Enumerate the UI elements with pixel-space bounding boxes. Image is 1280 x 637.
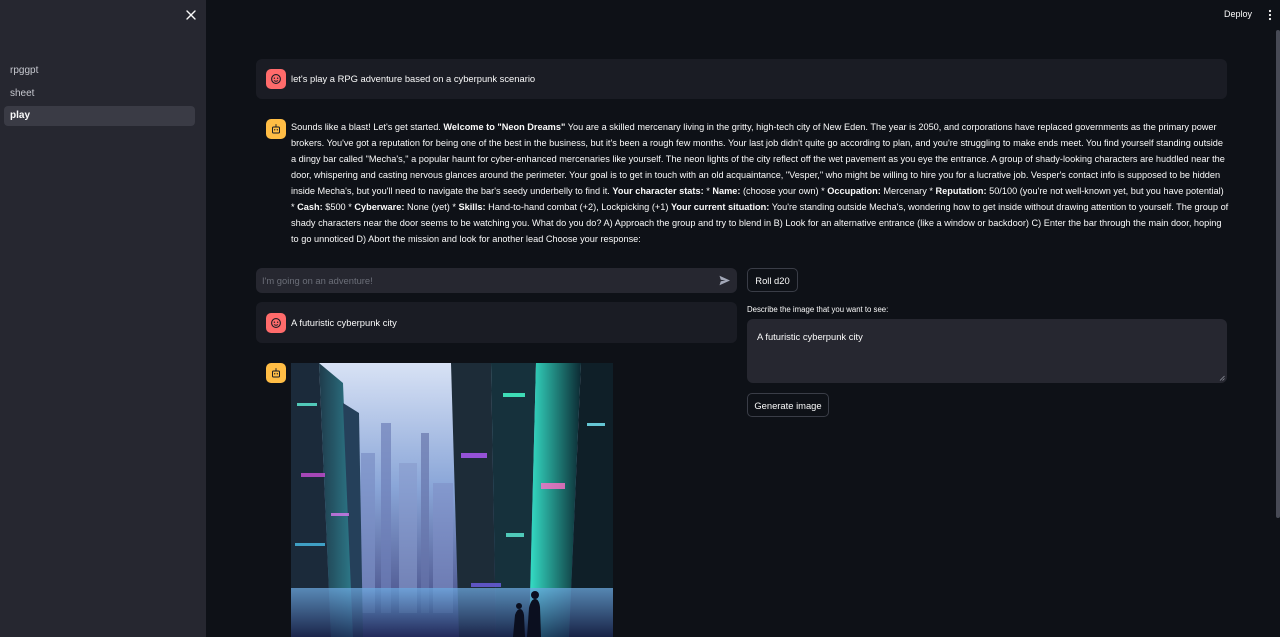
sidebar: rpggpt sheet play [0,0,206,637]
assistant-text-segment: $500 * [322,202,355,212]
generated-cyberpunk-city-image [291,363,613,637]
generate-image-button[interactable]: Generate image [747,393,829,417]
top-bar: Deploy [206,0,1280,30]
assistant-text-bold: Your character stats: [612,186,704,196]
user-message-text: A futuristic cyberpunk city [291,317,397,328]
bot-avatar-icon [266,119,286,139]
describe-image-label: Describe the image that you want to see: [747,305,889,314]
assistant-text-bold: Skills: [458,202,486,212]
describe-image-textarea[interactable]: A futuristic cyberpunk city [747,319,1227,383]
chat-message-user: A futuristic cyberpunk city [256,302,737,343]
assistant-text-segment: Sounds like a blast! Let's get started. [291,122,444,132]
bot-avatar-icon [266,363,286,383]
sidebar-item-rpggpt[interactable]: rpggpt [4,61,195,81]
chat-message-user: let's play a RPG adventure based on a cy… [256,59,1227,99]
sidebar-item-sheet[interactable]: sheet [4,84,195,104]
assistant-text-bold: Reputation: [935,186,987,196]
chat-input[interactable] [262,272,702,289]
assistant-text-bold: Welcome to "Neon Dreams" [443,122,566,132]
assistant-text-bold: Name: [712,186,741,196]
assistant-text-bold: Your current situation: [670,202,770,212]
deploy-button[interactable]: Deploy [1224,9,1252,19]
close-icon[interactable] [183,7,199,23]
roll-d20-button[interactable]: Roll d20 [747,268,798,292]
assistant-text-segment: You are a skilled mercenary living in th… [291,122,1225,196]
assistant-text-segment: (choose your own) * [740,186,828,196]
assistant-text-bold: Cash: [297,202,323,212]
main-content: Deploy let's play a RPG adventure based … [206,0,1280,637]
assistant-text-bold: Occupation: [827,186,881,196]
chat-input-box [256,268,737,293]
user-avatar-icon [266,69,286,89]
user-avatar-icon [266,313,286,333]
kebab-menu-icon[interactable] [1267,9,1273,21]
resize-grip-icon[interactable] [1219,375,1225,381]
sidebar-nav: rpggpt sheet play [4,61,195,129]
assistant-text-segment: None (yet) * [404,202,459,212]
assistant-text-bold: Cyberware: [354,202,405,212]
sidebar-item-play[interactable]: play [4,106,195,126]
assistant-message-text: Sounds like a blast! Let's get started. … [291,119,1229,247]
assistant-text-segment: Hand-to-hand combat (+2), Lockpicking (+… [485,202,671,212]
user-message-text: let's play a RPG adventure based on a cy… [291,73,536,84]
describe-image-value: A futuristic cyberpunk city [757,331,863,342]
assistant-text-segment: Mercenary * [880,186,936,196]
send-icon[interactable] [718,274,731,287]
scrollbar[interactable] [1276,30,1280,518]
